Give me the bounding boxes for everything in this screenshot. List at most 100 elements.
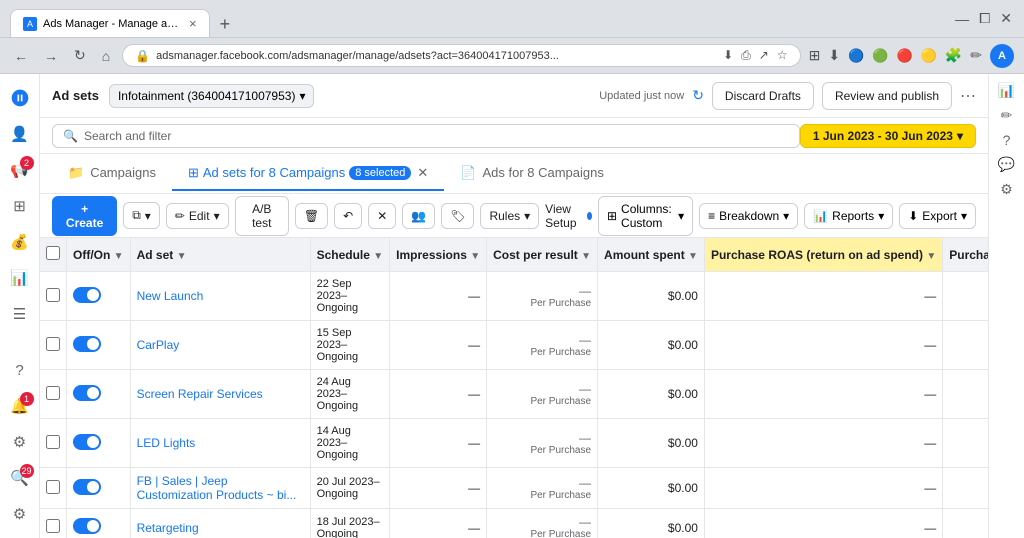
create-button[interactable]: + Create [52, 196, 117, 236]
row-toggle-cell[interactable] [67, 509, 131, 538]
reports-button[interactable]: 📊 Reports ▾ [804, 203, 893, 229]
purchase-roas-header[interactable]: Purchase ROAS (return on ad spend) ▼ [704, 238, 942, 272]
right-pencil-icon[interactable]: ✏ [1001, 107, 1013, 124]
active-tab[interactable]: A Ads Manager - Manage ads - A... × [10, 9, 210, 37]
row-checkbox[interactable] [46, 435, 60, 449]
right-chart-icon[interactable]: 📊 [998, 82, 1015, 99]
campaign-selector[interactable]: Infotainment (364004171007953) ▾ [109, 84, 315, 108]
row-toggle-cell[interactable] [67, 370, 131, 419]
delete-button[interactable]: 🗑 [295, 203, 328, 229]
sidebar-grid-icon[interactable]: ⊞ [4, 190, 36, 222]
sidebar-search-icon[interactable]: 🔍 29 [4, 462, 36, 494]
minimize-button[interactable]: — [953, 9, 971, 29]
ad-set-link[interactable]: Screen Repair Services [137, 387, 263, 401]
ad-set-header[interactable]: Ad set ▼ [130, 238, 310, 272]
ad-set-link[interactable]: LED Lights [137, 436, 196, 450]
off-on-header[interactable]: Off/On ▼ [67, 238, 131, 272]
row-checkbox-cell[interactable] [40, 370, 67, 419]
row-toggle[interactable] [73, 336, 101, 352]
new-tab-button[interactable]: + [214, 12, 237, 37]
download-icon[interactable]: ⬇ [723, 48, 733, 63]
sidebar-help-icon[interactable]: ? [4, 354, 36, 386]
sidebar-meta-icon[interactable] [4, 82, 36, 114]
row-checkbox-cell[interactable] [40, 468, 67, 509]
campaigns-tab[interactable]: 📁 Campaigns [52, 157, 172, 191]
select-all-header[interactable] [40, 238, 67, 272]
home-button[interactable]: ⌂ [98, 46, 114, 66]
discard-drafts-button[interactable]: Discard Drafts [712, 82, 814, 110]
maximize-button[interactable]: ⧠ [977, 8, 992, 29]
duplicate-button[interactable]: ⧉ ▾ [123, 202, 160, 229]
reload-button[interactable]: ↻ [70, 45, 90, 66]
search-filter-bar[interactable]: 🔍 Search and filter [52, 124, 800, 148]
row-toggle-cell[interactable] [67, 419, 131, 468]
sidebar-list-icon[interactable]: ☰ [4, 298, 36, 330]
close-window-button[interactable]: ✕ [998, 8, 1014, 29]
ad-sets-tab[interactable]: ⊞ Ad sets for 8 Campaigns 8 selected ✕ [172, 157, 444, 191]
right-settings-icon[interactable]: ⚙ [1000, 181, 1013, 198]
profile-button[interactable]: A [990, 44, 1014, 68]
row-checkbox-cell[interactable] [40, 272, 67, 321]
undo-button[interactable]: ↶ [334, 203, 362, 229]
tab-close-button[interactable]: × [189, 16, 197, 31]
review-publish-button[interactable]: Review and publish [822, 82, 952, 110]
breakdown-button[interactable]: ≡ Breakdown ▾ [699, 203, 798, 229]
edit-button[interactable]: ✏ Edit ▾ [166, 203, 229, 229]
ad-set-link[interactable]: CarPlay [137, 338, 180, 352]
row-toggle[interactable] [73, 479, 101, 495]
ad-set-link[interactable]: FB | Sales | Jeep Customization Products… [137, 474, 297, 502]
share-icon[interactable]: ↗ [759, 48, 769, 63]
rules-button[interactable]: Rules ▾ [480, 203, 539, 229]
browser-ext-1[interactable]: 🔵 [848, 48, 864, 64]
ab-test-button[interactable]: A/B test [235, 196, 289, 236]
impressions-header[interactable]: Impressions ▼ [390, 238, 487, 272]
sidebar-settings-icon[interactable]: ⚙ [4, 426, 36, 458]
sidebar-megaphone-icon[interactable]: 📢 2 [4, 154, 36, 186]
extensions-icon[interactable]: ⊞ [809, 47, 821, 64]
row-checkbox[interactable] [46, 288, 60, 302]
remove-button[interactable]: ✕ [368, 203, 396, 229]
sidebar-bell-icon[interactable]: 🔔 1 [4, 390, 36, 422]
audience-button[interactable]: 👥 [402, 203, 435, 229]
row-toggle[interactable] [73, 287, 101, 303]
sidebar-chart-icon[interactable]: 📊 [4, 262, 36, 294]
ads-tab[interactable]: 📄 Ads for 8 Campaigns [444, 157, 620, 191]
ad-set-link[interactable]: New Launch [137, 289, 204, 303]
sidebar-user-icon[interactable]: 👤 [4, 118, 36, 150]
date-range-button[interactable]: 1 Jun 2023 - 30 Jun 2023 ▾ [800, 124, 976, 148]
refresh-button[interactable]: ↻ [692, 87, 704, 104]
right-chat-icon[interactable]: 💬 [998, 156, 1015, 173]
browser-ext-3[interactable]: 🔴 [896, 48, 912, 64]
star-icon[interactable]: ☆ [777, 48, 788, 63]
row-toggle[interactable] [73, 385, 101, 401]
view-setup-button[interactable]: View Setup [545, 202, 592, 230]
row-checkbox[interactable] [46, 480, 60, 494]
select-all-checkbox[interactable] [46, 246, 60, 260]
tag-button[interactable]: 🏷 [441, 203, 474, 229]
row-checkbox-cell[interactable] [40, 321, 67, 370]
row-checkbox[interactable] [46, 337, 60, 351]
row-toggle[interactable] [73, 518, 101, 534]
row-toggle-cell[interactable] [67, 321, 131, 370]
back-button[interactable]: ← [10, 46, 32, 66]
row-toggle[interactable] [73, 434, 101, 450]
pen-icon[interactable]: ✏ [970, 47, 982, 64]
clear-selection-button[interactable]: ✕ [417, 165, 428, 181]
address-bar[interactable]: 🔒 adsmanager.facebook.com/adsmanager/man… [122, 44, 800, 67]
schedule-header[interactable]: Schedule ▼ [310, 238, 390, 272]
download-manager-icon[interactable]: ⬇ [828, 47, 840, 64]
ad-sets-table-container[interactable]: Off/On ▼ Ad set ▼ Schedule ▼ Impressions… [40, 238, 988, 538]
amount-spent-header[interactable]: Amount spent ▼ [598, 238, 705, 272]
browser-ext-4[interactable]: 🟡 [921, 48, 937, 64]
cost-per-result-header[interactable]: Cost per result ▼ [487, 238, 598, 272]
row-toggle-cell[interactable] [67, 272, 131, 321]
right-help-icon[interactable]: ? [1003, 132, 1011, 148]
row-checkbox[interactable] [46, 519, 60, 533]
purchases-conv-header[interactable]: Purchases conversion value ▼ [943, 238, 988, 272]
export-button[interactable]: ⬇ Export ▾ [899, 203, 976, 229]
browser-ext-2[interactable]: 🟢 [872, 48, 888, 64]
row-checkbox-cell[interactable] [40, 419, 67, 468]
row-checkbox[interactable] [46, 386, 60, 400]
forward-button[interactable]: → [40, 46, 62, 66]
ad-set-link[interactable]: Retargeting [137, 521, 199, 535]
